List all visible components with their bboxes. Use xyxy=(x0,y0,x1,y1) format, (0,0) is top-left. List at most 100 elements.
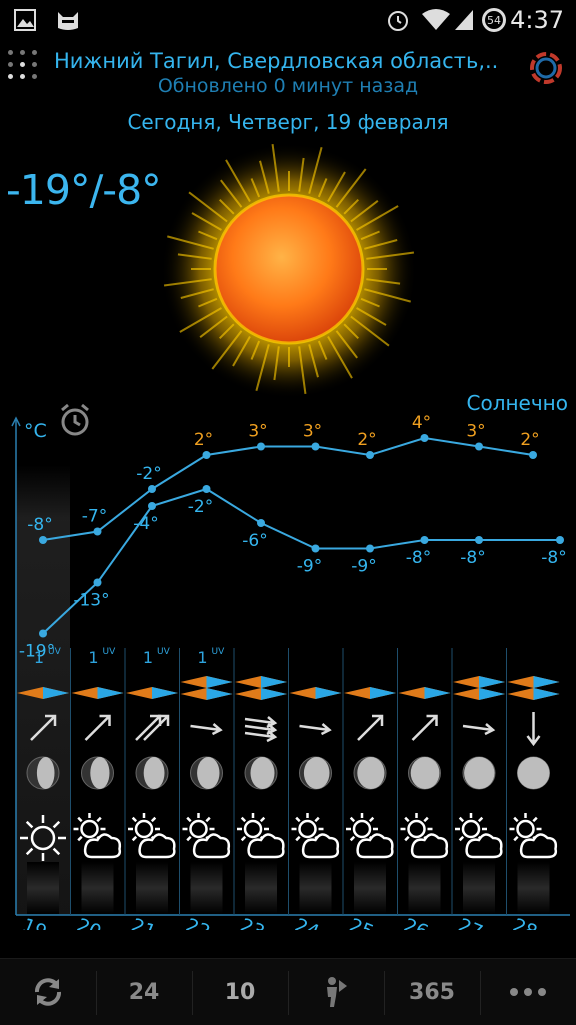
high-temp-point xyxy=(311,442,320,451)
low-temp-label: -2° xyxy=(188,497,213,517)
high-temp-point xyxy=(475,442,483,451)
sun-icon xyxy=(161,143,417,399)
more-icon xyxy=(510,988,546,996)
high-temp-label: 3° xyxy=(248,422,267,442)
wave-icon xyxy=(370,687,396,699)
wind-arrow-s-icon xyxy=(526,712,541,747)
day-label: 27 пт xyxy=(455,914,513,930)
forecast-chart: -8° -7°-2°2° 3° 3° 2°4° 3° 2°-19°-13°-4°-2°-6°… xyxy=(11,413,570,930)
tab-24-label: 24 xyxy=(128,979,160,1005)
moon-phase-icon xyxy=(299,756,332,790)
low-temp-point xyxy=(148,502,156,510)
moon-phase-icon xyxy=(244,756,278,790)
day-label: 28 сб xyxy=(510,914,567,930)
moon-phase-icon xyxy=(517,756,550,790)
tab-walk[interactable] xyxy=(288,959,384,1025)
low-temp-point xyxy=(257,519,265,527)
tab-365-label: 365 xyxy=(409,979,455,1005)
uv-index: 1 xyxy=(34,648,44,667)
uv-index: 1 xyxy=(88,648,98,667)
day-label: 20 пт xyxy=(74,914,132,930)
wave-icon xyxy=(206,688,233,700)
wave-icon xyxy=(97,687,124,699)
high-temp-point xyxy=(529,451,537,459)
updated-text: Обновлено 0 минут назад xyxy=(157,75,419,97)
high-temp-label: -8° xyxy=(27,515,52,535)
walker-icon xyxy=(327,977,347,1007)
high-temp-label: 3° xyxy=(466,422,485,442)
current-temp-range: -19°/-8° xyxy=(6,166,162,214)
high-temp-point xyxy=(93,527,102,536)
more-button[interactable] xyxy=(480,959,576,1025)
low-temp-point xyxy=(39,629,47,638)
wind-arrow-ne-icon xyxy=(411,714,438,741)
column-shade xyxy=(299,862,332,914)
moon-phase-icon xyxy=(353,756,387,790)
day-label: 21 сб xyxy=(128,914,185,930)
wind-double-arrow-ne-icon xyxy=(135,714,170,741)
high-temp-point xyxy=(148,485,156,493)
wind-arrow-e-icon xyxy=(299,723,332,736)
signal-icon xyxy=(455,10,473,30)
wave-icon xyxy=(206,676,233,688)
low-temp-point xyxy=(420,536,429,544)
high-temp-point xyxy=(39,536,47,544)
refresh-button[interactable] xyxy=(0,959,96,1025)
column-shade xyxy=(136,862,168,914)
wind-arrow-ne-icon xyxy=(357,714,384,741)
high-temp-point xyxy=(257,442,265,451)
low-temp-label: -6° xyxy=(242,531,267,551)
low-temp-label: -8° xyxy=(460,548,485,568)
column-shade xyxy=(81,862,114,914)
alarm-icon xyxy=(388,11,408,31)
tab-365-days[interactable]: 365 xyxy=(384,959,480,1025)
high-temp-point xyxy=(420,434,429,442)
column-shade xyxy=(190,862,223,914)
day-label: 26 чт xyxy=(401,914,458,930)
wave-icon xyxy=(479,688,505,700)
high-temp-point xyxy=(366,451,374,459)
high-temp-label: 2° xyxy=(520,430,539,450)
column-shade xyxy=(463,862,495,914)
wave-icon xyxy=(261,688,287,700)
partly-cloudy-icon xyxy=(182,813,231,859)
partly-cloudy-icon xyxy=(455,813,503,859)
uv-index: 1 xyxy=(143,648,153,667)
svg-text:54: 54 xyxy=(487,14,501,27)
high-temp-line xyxy=(42,436,534,541)
location-title[interactable]: Нижний Тагил, Свердловская область,.. xyxy=(54,49,498,73)
low-temp-point xyxy=(475,536,483,544)
column-shade xyxy=(27,862,59,914)
low-temp-label: -8° xyxy=(541,548,566,568)
high-temp-label: 3° xyxy=(303,422,322,442)
status-bar: 54 4:37 xyxy=(0,0,576,40)
partly-cloudy-icon xyxy=(73,813,122,859)
partly-cloudy-icon xyxy=(346,813,394,859)
partly-cloudy-icon xyxy=(509,813,558,859)
wave-icon xyxy=(424,687,451,699)
wave-icon xyxy=(533,676,560,688)
column-shade xyxy=(408,862,441,914)
tab-10-days[interactable]: 10 xyxy=(192,959,288,1025)
low-temp-point xyxy=(202,485,211,493)
low-temp-point xyxy=(311,544,320,553)
wifi-icon xyxy=(422,9,450,30)
high-temp-label: 2° xyxy=(357,430,376,450)
uv-index: 1 xyxy=(197,648,207,667)
moon-phase-icon xyxy=(135,756,169,790)
high-temp-label: -2° xyxy=(136,464,161,484)
moon-phase-icon xyxy=(462,756,496,790)
tab-10-label: 10 xyxy=(224,979,256,1005)
wind-arrow-ne-icon xyxy=(84,714,111,741)
wave-icon xyxy=(479,676,505,688)
cat-app-icon xyxy=(58,12,78,30)
partly-cloudy-icon xyxy=(237,813,285,859)
low-temp-point xyxy=(556,536,564,544)
tab-24-hours[interactable]: 24 xyxy=(96,959,192,1025)
wave-icon xyxy=(533,688,560,700)
uv-label: UV xyxy=(103,647,117,657)
wave-icon xyxy=(315,687,342,699)
low-temp-label: -4° xyxy=(133,514,158,534)
partly-cloudy-icon xyxy=(128,813,176,859)
moon-phase-icon xyxy=(408,756,441,790)
